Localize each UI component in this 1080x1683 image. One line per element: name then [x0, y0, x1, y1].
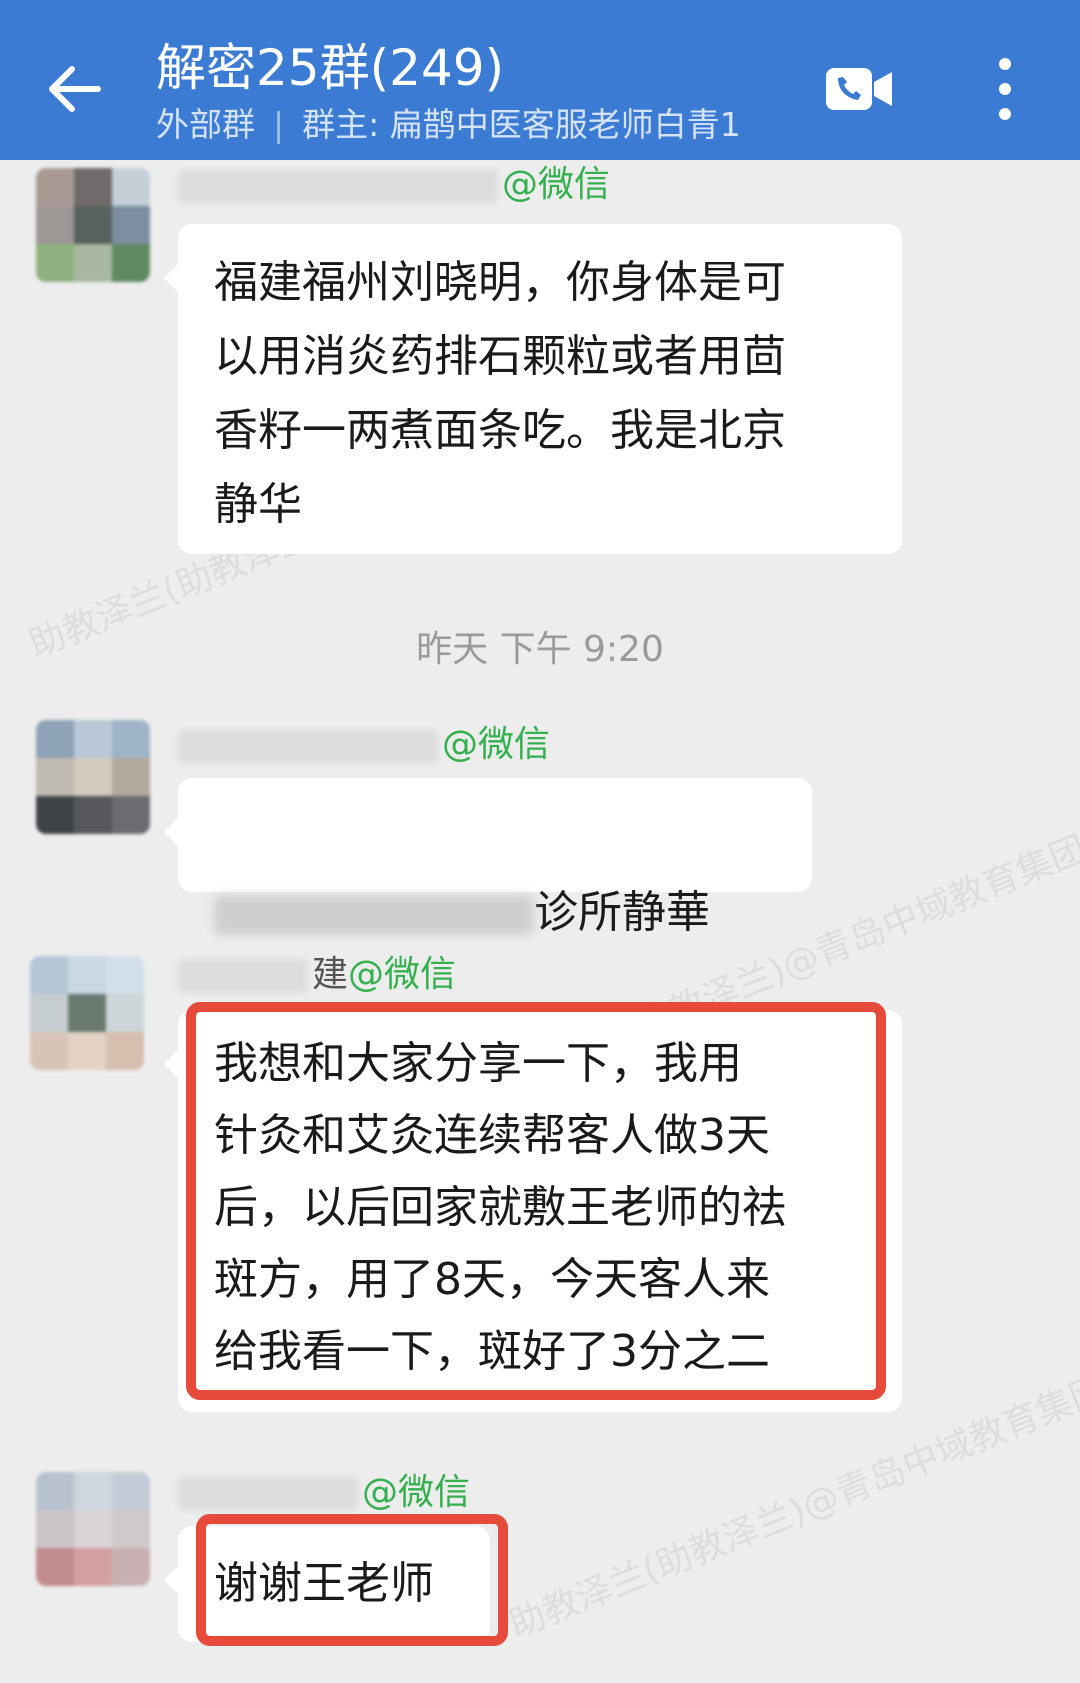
back-button[interactable] [40, 54, 110, 124]
sender-name: @微信 [178, 722, 550, 768]
chat-title: 解密25群(249) [156, 39, 505, 97]
chat-subtitle: 外部群 | 群主: 扁鹊中医客服老师白青1 [156, 104, 741, 146]
timestamp: 昨天 下午 9:20 [416, 629, 664, 670]
avatar[interactable] [30, 956, 144, 1070]
sender-name: 建@微信 [178, 952, 456, 998]
avatar[interactable] [36, 1472, 150, 1586]
message-bubble[interactable]: 诊所静華 ? [164, 778, 812, 1097]
sender-platform: @微信 [362, 1472, 471, 1513]
sender-platform: @微信 [348, 954, 457, 995]
sender-name: @微信 [178, 1470, 470, 1516]
blurred-name [178, 169, 498, 203]
sender-platform: @微信 [502, 164, 611, 205]
highlight-box [186, 1002, 886, 1400]
message-list[interactable]: 助教泽兰(助教泽兰)@青岛中域教育集团 助教泽兰(助教泽兰)@青岛中域教育集团 … [0, 160, 1080, 1683]
sender-name-partial: 建 [312, 954, 349, 995]
video-call-button[interactable] [824, 64, 896, 114]
arrow-left-icon [49, 66, 101, 112]
blurred-text [214, 895, 534, 935]
blurred-name [178, 1477, 358, 1511]
sender-platform: @微信 [442, 724, 551, 765]
video-call-icon [826, 68, 892, 110]
sender-name: @微信 [178, 162, 610, 208]
subtitle-divider: | [273, 105, 285, 144]
avatar[interactable] [36, 168, 150, 282]
blurred-name [178, 959, 308, 993]
avatar[interactable] [36, 720, 150, 834]
chat-header: 解密25群(249) 外部群 | 群主: 扁鹊中医客服老师白青1 [0, 0, 1080, 160]
more-vertical-icon [999, 58, 1011, 120]
message-bubble[interactable]: 福建福州刘晓明，你身体是可 以用消炎药排石颗粒或者用茴 香籽一两煮面条吃。我是北… [164, 224, 902, 554]
group-type-label: 外部群 [156, 105, 255, 144]
more-button[interactable] [990, 56, 1020, 122]
message-text: 诊所静華 [534, 887, 710, 938]
blurred-name [178, 729, 438, 763]
group-owner-label: 群主: 扁鹊中医客服老师白青1 [302, 105, 741, 144]
highlight-box [196, 1514, 508, 1646]
